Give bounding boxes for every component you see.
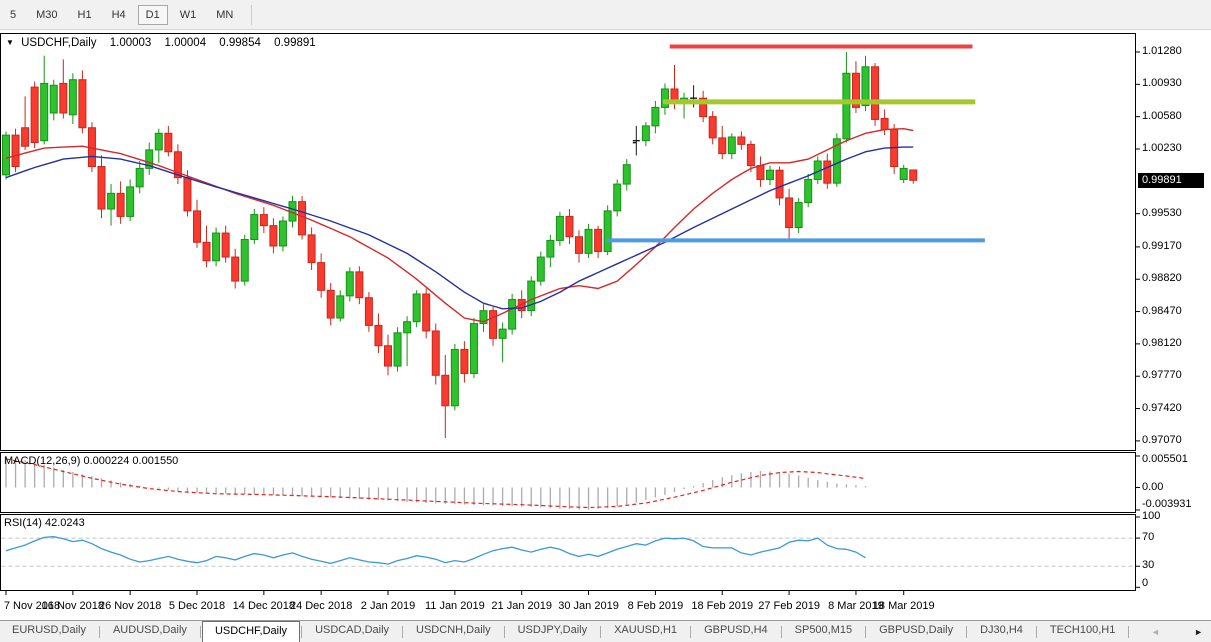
current-price-badge: 0.99891 (1138, 173, 1204, 188)
date-axis-label: 21 Jan 2019 (491, 600, 552, 612)
price-axis-label: 0.98820 (1142, 272, 1182, 284)
symbol-tab-usdcnh[interactable]: USDCNH,Daily (404, 621, 503, 642)
tab-separator (504, 626, 505, 638)
timeframe-button-m30[interactable]: M30 (28, 5, 65, 25)
timeframe-button-d1[interactable]: D1 (138, 5, 168, 25)
date-axis-label: 26 Nov 2018 (99, 600, 161, 612)
rsi-name: RSI(14) (4, 517, 42, 529)
date-axis-label: 18 Mar 2019 (873, 600, 935, 612)
tab-scroll-arrows: ◄ ► (1143, 621, 1211, 642)
rsi-indicator-label: RSI(14) 42.0243 (4, 517, 85, 529)
rsi-axis-label: 0 (1142, 577, 1148, 589)
price-axis-label: 0.98120 (1142, 337, 1182, 349)
price-axis-label: 1.01280 (1142, 45, 1182, 57)
date-axis-label: 18 Feb 2019 (691, 600, 753, 612)
symbol-tab-xauusd[interactable]: XAUUSD,H1 (602, 621, 689, 642)
rsi-axis-label: 100 (1142, 510, 1160, 522)
symbol-dropdown-icon[interactable]: ▼ (6, 38, 14, 47)
symbol-tab-usdjpy[interactable]: USDJPY,Daily (506, 621, 600, 642)
scroll-left-icon[interactable]: ◄ (1151, 627, 1160, 637)
date-axis-label: 16 Nov 2018 (42, 600, 104, 612)
tab-separator (781, 626, 782, 638)
symbol-tab-gbpusd[interactable]: GBPUSD,H4 (692, 621, 780, 642)
price-axis-label: 0.97420 (1142, 402, 1182, 414)
price-chart-canvas[interactable] (0, 0, 1211, 642)
timeframe-button-h4[interactable]: H4 (104, 5, 134, 25)
symbol-tab-gbpusd[interactable]: GBPUSD,Daily (867, 621, 965, 642)
toolbar-separator (251, 5, 252, 25)
chart-title: ▼ USDCHF,Daily 1.00003 1.00004 0.99854 0… (6, 37, 320, 49)
macd-axis-label: 0.00 (1142, 481, 1163, 493)
macd-axis-label: -0.003931 (1142, 498, 1192, 510)
symbol-tab-sp500[interactable]: SP500,M15 (783, 621, 864, 642)
ohlc-open: 1.00003 (110, 37, 152, 49)
price-axis-label: 0.97070 (1142, 434, 1182, 446)
price-axis-label: 0.97770 (1142, 369, 1182, 381)
tab-separator (865, 626, 866, 638)
tab-separator (99, 626, 100, 638)
tab-separator (600, 626, 601, 638)
rsi-axis-label: 70 (1142, 531, 1154, 543)
date-axis-label: 27 Feb 2019 (758, 600, 820, 612)
timeframe-button-h1[interactable]: H1 (70, 5, 100, 25)
symbol-tab-tech100[interactable]: TECH100,H1 (1038, 621, 1127, 642)
tab-separator (966, 626, 967, 638)
macd-indicator-label: MACD(12,26,9) 0.000224 0.001550 (4, 455, 178, 467)
timeframe-button-5[interactable]: 5 (2, 5, 24, 25)
symbol-tab-dj30[interactable]: DJ30,H4 (968, 621, 1035, 642)
tab-separator (1036, 626, 1037, 638)
macd-name: MACD(12,26,9) (4, 455, 80, 467)
date-axis-label: 2 Jan 2019 (361, 600, 415, 612)
ohlc-close: 0.99891 (274, 37, 316, 49)
rsi-axis-label: 30 (1142, 559, 1154, 571)
price-axis-label: 1.00230 (1142, 142, 1182, 154)
timeframe-toolbar: 5M30H1H4D1W1MN (0, 0, 1211, 30)
price-axis-label: 0.99530 (1142, 207, 1182, 219)
symbol-tab-audusd[interactable]: AUDUSD,Daily (101, 621, 199, 642)
rsi-value: 42.0243 (45, 517, 85, 529)
timeframe-button-w1[interactable]: W1 (172, 5, 205, 25)
price-axis-label: 1.00580 (1142, 110, 1182, 122)
scroll-right-icon[interactable]: ► (1194, 627, 1203, 637)
tab-separator (200, 626, 201, 638)
tab-separator (690, 626, 691, 638)
date-axis-label: 14 Dec 2018 (233, 600, 295, 612)
date-axis-label: 11 Jan 2019 (425, 600, 485, 612)
tab-separator (1128, 626, 1129, 638)
symbol-tabbar: EURUSD,DailyAUDUSD,DailyUSDCHF,DailyUSDC… (0, 620, 1211, 642)
ohlc-low: 0.99854 (219, 37, 261, 49)
date-axis-label: 24 Dec 2018 (290, 600, 352, 612)
tab-separator (301, 626, 302, 638)
date-axis-label: 5 Dec 2018 (169, 600, 225, 612)
timeframe-button-mn[interactable]: MN (208, 5, 241, 25)
chart-symbol-label: USDCHF,Daily (21, 37, 96, 49)
date-axis-label: 8 Feb 2019 (628, 600, 684, 612)
ohlc-high: 1.00004 (165, 37, 207, 49)
tab-separator (402, 626, 403, 638)
price-axis-label: 1.00930 (1142, 77, 1182, 89)
macd-values: 0.000224 0.001550 (83, 455, 178, 467)
price-axis-label: 0.98470 (1142, 305, 1182, 317)
date-axis-label: 30 Jan 2019 (558, 600, 619, 612)
symbol-tab-usdchf[interactable]: USDCHF,Daily (202, 621, 300, 642)
mt4-window: 5M30H1H4D1W1MN ▼ USDCHF,Daily 1.00003 1.… (0, 0, 1211, 642)
symbol-tab-usdcad[interactable]: USDCAD,Daily (303, 621, 401, 642)
symbol-tab-eurusd[interactable]: EURUSD,Daily (0, 621, 98, 642)
price-axis-label: 0.99170 (1142, 240, 1182, 252)
macd-axis-label: 0.005501 (1142, 453, 1188, 465)
